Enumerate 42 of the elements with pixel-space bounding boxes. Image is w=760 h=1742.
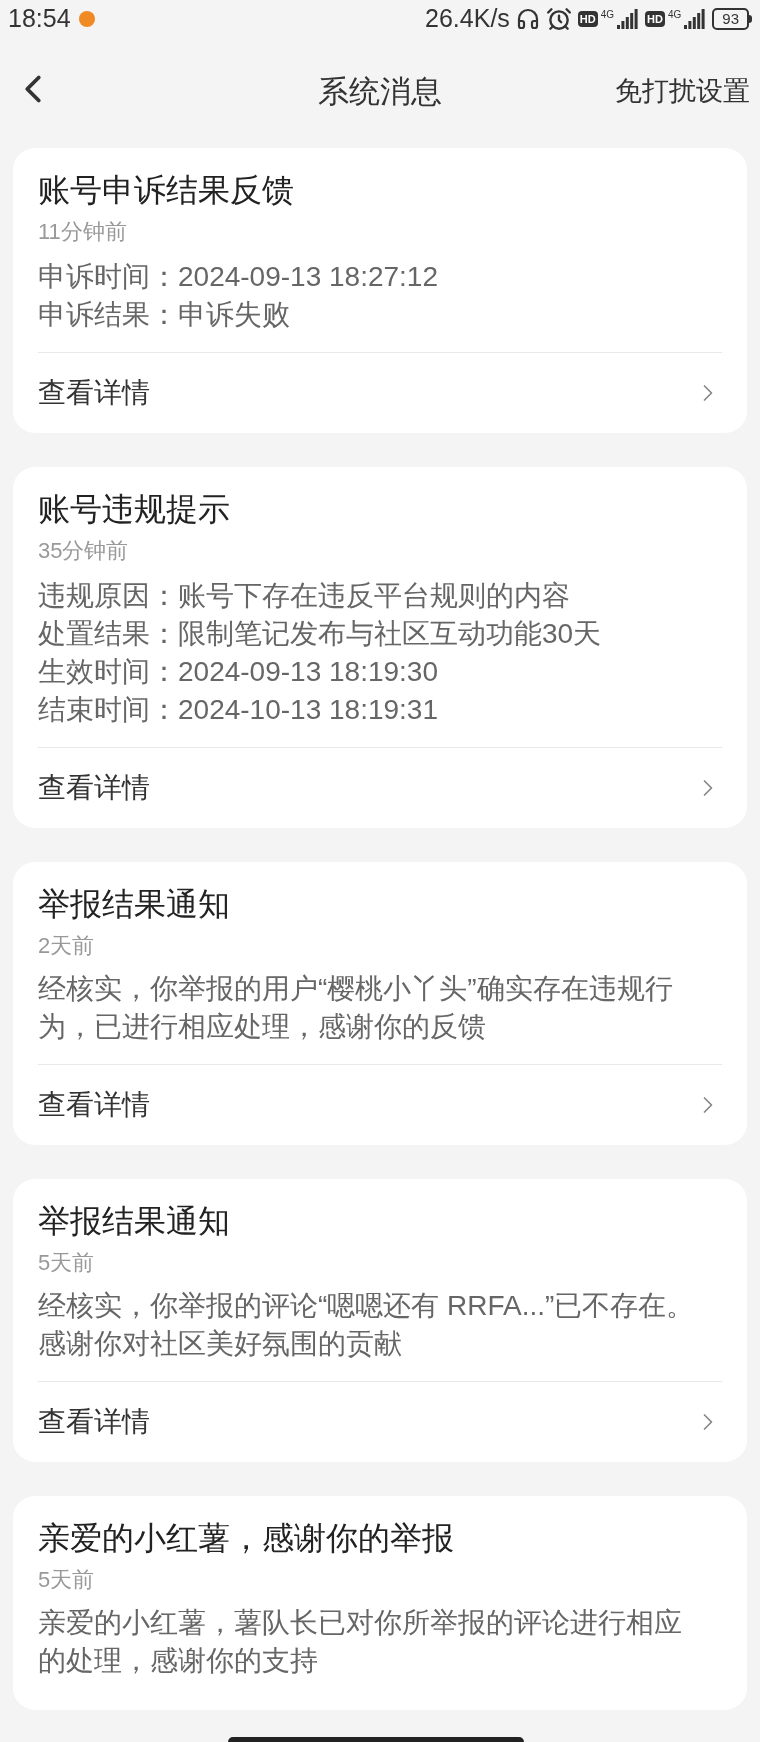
do-not-disturb-settings-button[interactable]: 免打扰设置 (615, 71, 750, 112)
message-text: 亲爱的小红薯，薯队长已对你所举报的评论进行相应的处理，感谢你的支持 (38, 1606, 683, 1678)
message-title: 账号申诉结果反馈 (38, 171, 295, 210)
battery-icon: 93 (712, 8, 752, 30)
status-time: 18:54 (8, 3, 71, 35)
field-label: 生效时间： (38, 655, 178, 689)
message-title: 举报结果通知 (38, 885, 231, 924)
message-time: 2天前 (38, 932, 96, 960)
view-details-link[interactable]: 查看详情 (38, 353, 722, 433)
signal-icon (617, 9, 640, 29)
field-label: 处置结果： (38, 617, 178, 651)
message-time: 5天前 (38, 1249, 96, 1277)
network-speed: 26.4K/s (425, 3, 510, 35)
field-value: 2024-10-13 18:19:31 (178, 693, 438, 727)
headphones-icon (515, 7, 540, 31)
view-details-link[interactable]: 查看详情 (38, 1065, 722, 1145)
page-title: 系统消息 (318, 72, 442, 111)
view-details-link[interactable]: 查看详情 (38, 1382, 722, 1462)
field-value: 限制笔记发布与社区互动功能30天 (178, 617, 602, 651)
field-label: 申诉时间： (38, 260, 178, 294)
message-title: 举报结果通知 (38, 1202, 231, 1241)
message-time: 11分钟前 (38, 218, 128, 246)
message-time: 5天前 (38, 1566, 96, 1594)
alarm-icon (545, 6, 572, 32)
view-details-link[interactable]: 查看详情 (38, 748, 722, 828)
field-label: 违规原因： (38, 579, 178, 613)
field-label: 申诉结果： (38, 298, 178, 332)
field-value: 申诉失败 (178, 298, 290, 332)
field-label: 结束时间： (38, 693, 178, 727)
network-type: 4G (667, 9, 682, 21)
signal-icon (684, 9, 707, 29)
message-text: 经核实，你举报的用户“樱桃小丫头”确实存在违规行为，已进行相应处理，感谢你的反馈 (38, 972, 674, 1044)
field-value: 账号下存在违反平台规则的内容 (178, 579, 570, 613)
field-value: 2024-09-13 18:19:30 (178, 655, 438, 689)
message-text: 经核实，你举报的评论“嗯嗯还有 RRFA...”已不存在。感谢你对社区美好氛围的贡献 (38, 1289, 696, 1361)
message-title: 亲爱的小红薯，感谢你的举报 (38, 1519, 455, 1558)
network-type: 4G (600, 9, 615, 21)
hd-badge: HD (577, 11, 598, 27)
field-value: 2024-09-13 18:27:12 (178, 260, 438, 294)
message-time: 35分钟前 (38, 537, 130, 565)
message-title: 账号违规提示 (38, 490, 231, 529)
hd-badge: HD (645, 11, 665, 27)
